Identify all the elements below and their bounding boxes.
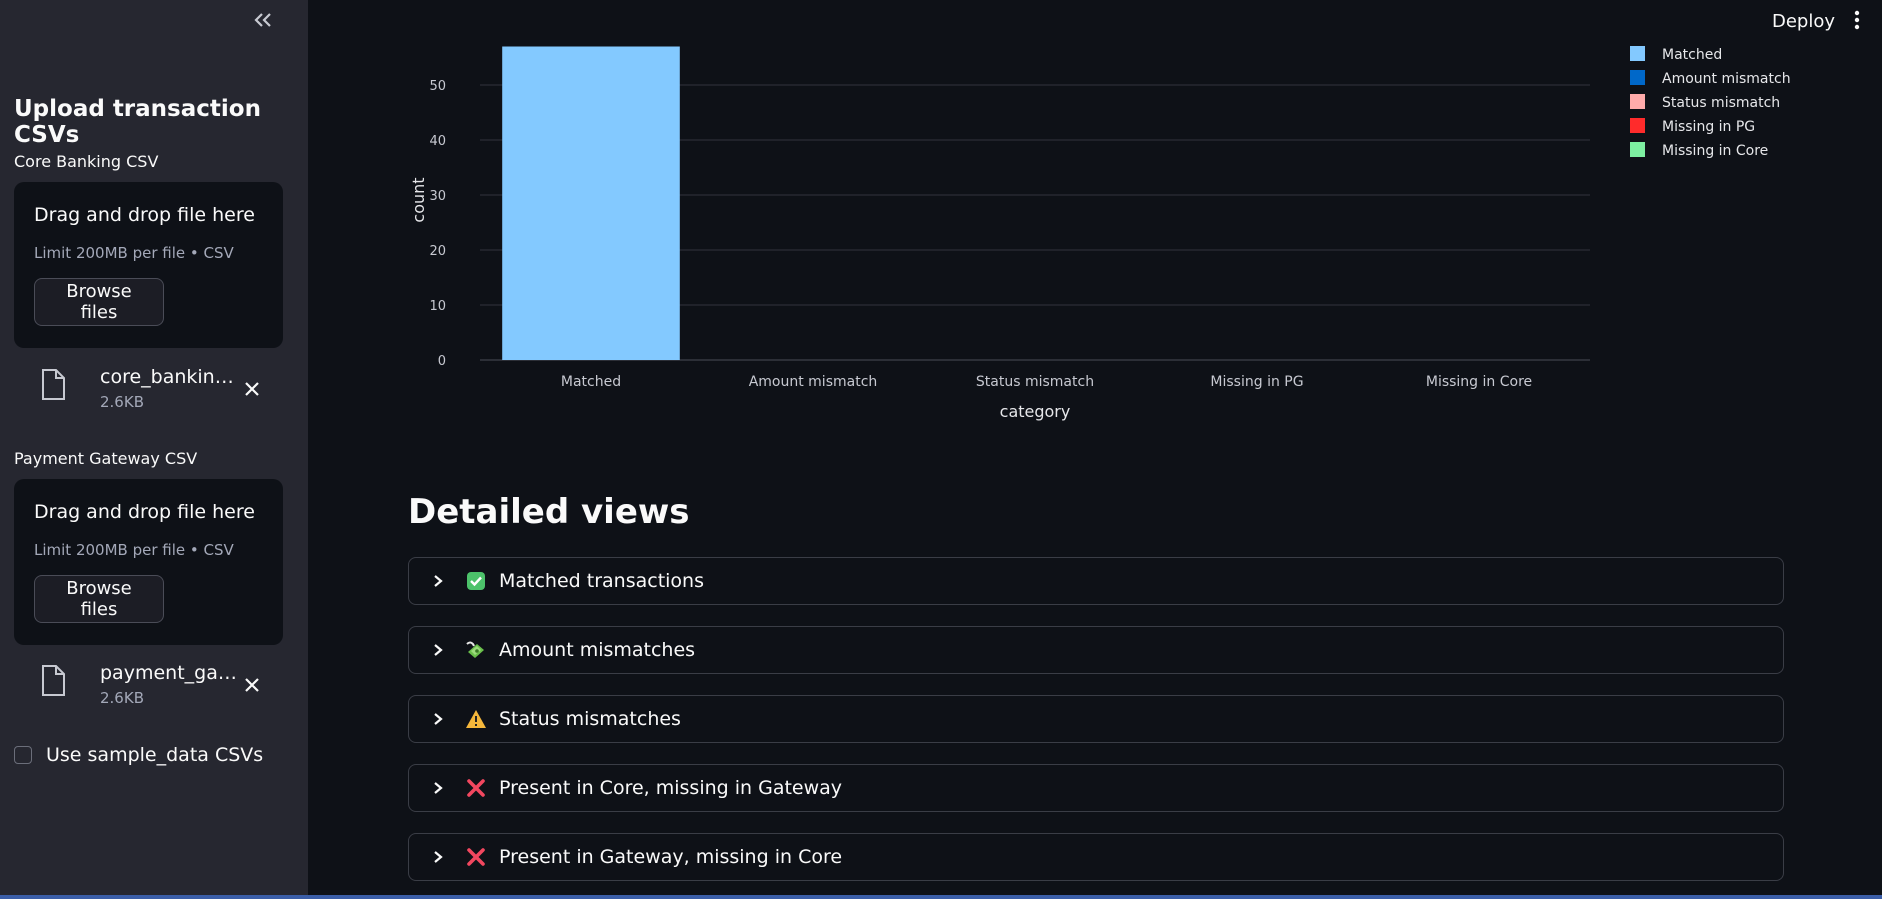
x-tick-label: Status mismatch [976, 374, 1094, 390]
dropzone-limit-text: Limit 200MB per file • CSV [34, 244, 234, 262]
payment-gateway-dropzone[interactable]: Drag and drop file here Limit 200MB per … [14, 479, 283, 645]
x-axis-title: category [1000, 402, 1071, 421]
collapse-sidebar-button[interactable] [249, 6, 277, 34]
expander-present-in-gateway-missing-in-core[interactable]: Present in Gateway, missing in Core [408, 833, 1784, 881]
double-chevron-left-icon [254, 13, 271, 27]
core-banking-label: Core Banking CSV [14, 152, 159, 171]
remove-file-button[interactable] [240, 673, 264, 697]
dropzone-limit-text: Limit 200MB per file • CSV [34, 541, 234, 559]
remove-file-button[interactable] [240, 377, 264, 401]
x-tick-label: Matched [561, 374, 621, 390]
legend-swatch [1630, 94, 1645, 109]
warning-icon [465, 708, 487, 730]
sample-data-row[interactable]: Use sample_data CSVs [14, 744, 263, 766]
expander-label: Status mismatches [499, 708, 681, 730]
legend-label: Missing in PG [1662, 119, 1755, 135]
y-tick-label: 10 [429, 299, 446, 314]
cross-mark-icon [465, 846, 487, 868]
expander-matched-transactions[interactable]: Matched transactions [408, 557, 1784, 605]
payment-gateway-file: payment_gat... 2.6KB [40, 659, 290, 709]
uploaded-file-name: core_banking.... [100, 366, 240, 388]
x-tick-label: Missing in Core [1426, 374, 1532, 390]
uploaded-file-size: 2.6KB [100, 689, 144, 707]
expander-label: Present in Core, missing in Gateway [499, 777, 843, 799]
money-with-wings-icon [465, 639, 487, 661]
sample-data-label: Use sample_data CSVs [46, 744, 264, 766]
sidebar-title: Upload transaction CSVs [14, 96, 261, 148]
expander-amount-mismatches[interactable]: Amount mismatches [408, 626, 1784, 674]
file-icon [42, 369, 65, 400]
uploaded-file-name: payment_gat... [100, 662, 240, 684]
expander-label: Matched transactions [499, 570, 704, 592]
detailed-views-title: Detailed views [408, 492, 690, 532]
expander-label: Amount mismatches [499, 639, 696, 661]
y-tick-label: 20 [429, 244, 446, 259]
expander-status-mismatches[interactable]: Status mismatches [408, 695, 1784, 743]
chevron-right-icon [429, 850, 447, 864]
file-icon [42, 665, 65, 696]
legend-label: Amount mismatch [1662, 71, 1791, 87]
legend-swatch [1630, 142, 1645, 157]
legend-swatch [1630, 70, 1645, 85]
close-icon [245, 678, 259, 692]
bar-matched [502, 46, 680, 360]
check-mark-button-icon [465, 570, 487, 592]
core-banking-dropzone[interactable]: Drag and drop file here Limit 200MB per … [14, 182, 283, 348]
x-tick-label: Amount mismatch [749, 374, 878, 390]
main-menu-button[interactable] [1846, 8, 1868, 32]
y-tick-label: 0 [438, 354, 446, 369]
sidebar: Upload transaction CSVs Core Banking CSV… [0, 0, 308, 897]
y-tick-label: 30 [429, 189, 446, 204]
sample-data-checkbox[interactable] [14, 746, 32, 764]
dropzone-text: Drag and drop file here [34, 501, 255, 523]
close-icon [245, 382, 259, 396]
payment-gateway-browse-button[interactable]: Browse files [34, 575, 164, 623]
uploaded-file-size: 2.6KB [100, 393, 144, 411]
expander-present-in-core-missing-in-gateway[interactable]: Present in Core, missing in Gateway [408, 764, 1784, 812]
y-tick-label: 40 [429, 134, 446, 149]
chevron-right-icon [429, 643, 447, 657]
legend-label: Matched [1662, 47, 1722, 63]
vertical-dots-icon [1854, 10, 1860, 30]
core-banking-file: core_banking.... 2.6KB [40, 363, 290, 413]
y-tick-label: 50 [429, 79, 446, 94]
bottom-border [0, 895, 1882, 899]
x-tick-label: Missing in PG [1210, 374, 1303, 390]
legend-swatch [1630, 46, 1645, 61]
dropzone-text: Drag and drop file here [34, 204, 255, 226]
deploy-button[interactable]: Deploy [1764, 9, 1843, 34]
legend-label: Missing in Core [1662, 143, 1768, 159]
chevron-right-icon [429, 712, 447, 726]
expander-label: Present in Gateway, missing in Core [499, 846, 843, 868]
core-banking-browse-button[interactable]: Browse files [34, 278, 164, 326]
legend-swatch [1630, 118, 1645, 133]
cross-mark-icon [465, 777, 487, 799]
chevron-right-icon [429, 574, 447, 588]
legend-label: Status mismatch [1662, 95, 1780, 111]
chevron-right-icon [429, 781, 447, 795]
payment-gateway-label: Payment Gateway CSV [14, 449, 198, 468]
category-bar-chart: 0 10 20 30 40 50 Matched Amount mismatch Status … [409, 46, 1791, 421]
y-axis-title: count [409, 177, 428, 222]
